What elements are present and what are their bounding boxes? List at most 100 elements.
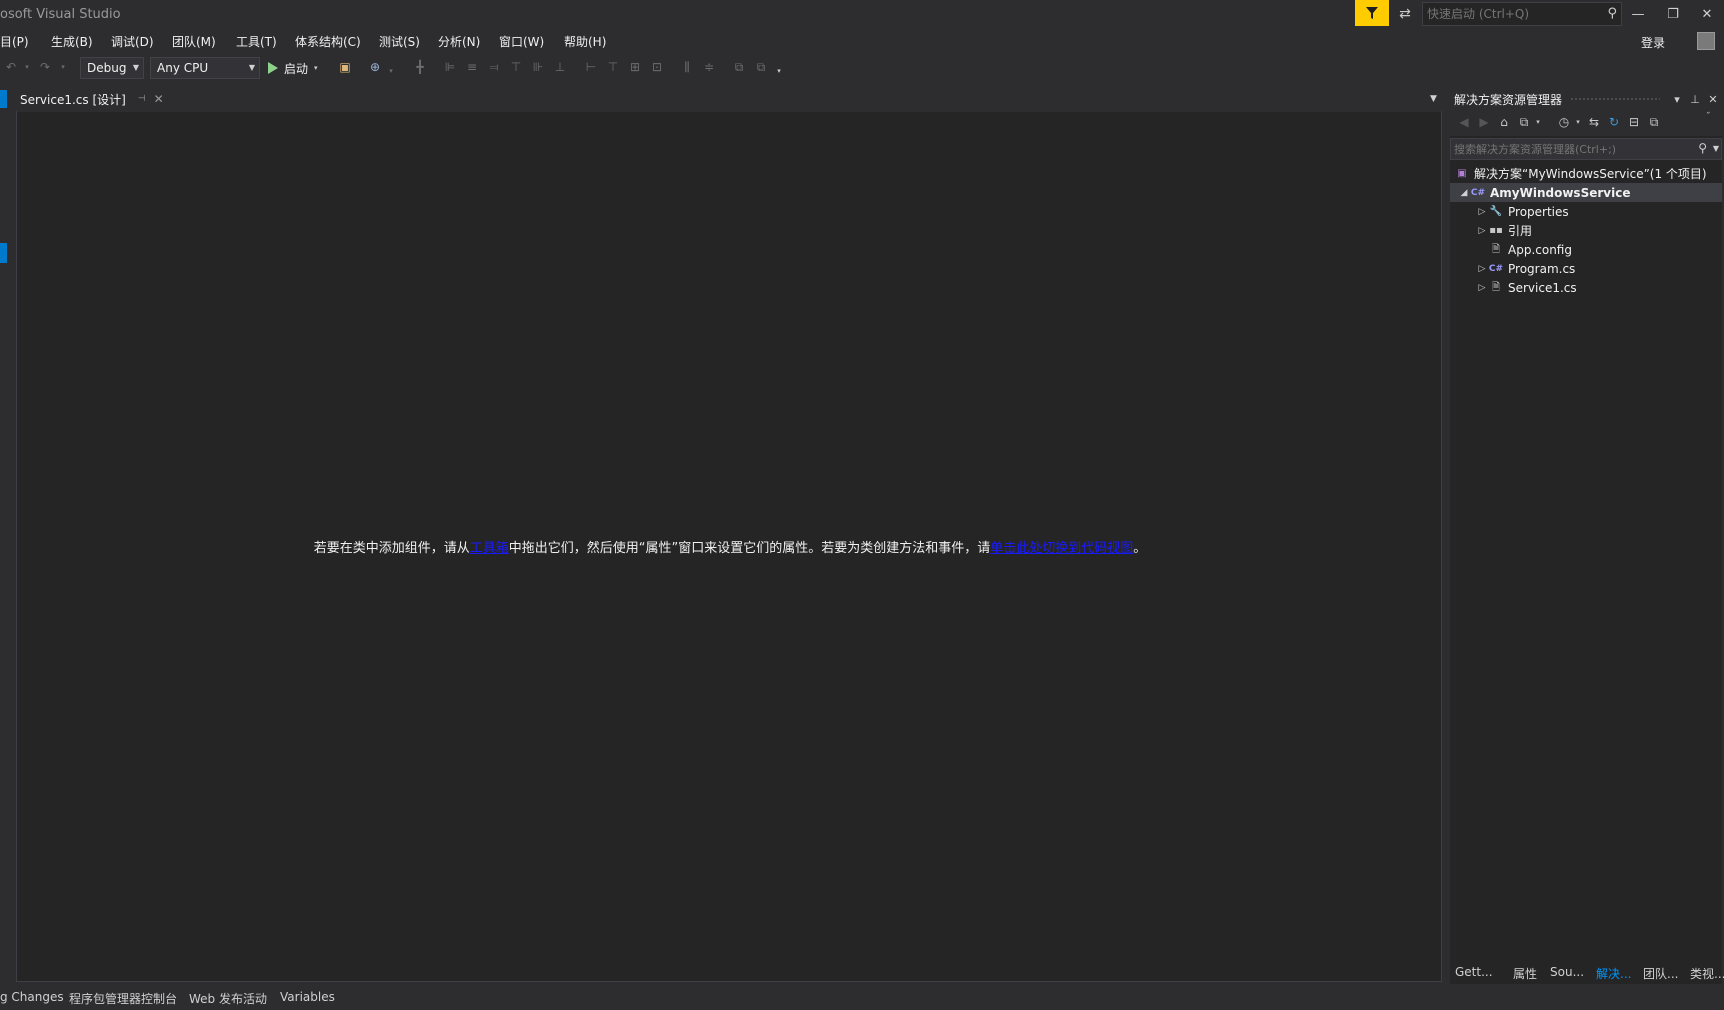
chevron-down-icon[interactable]: ▾ — [314, 64, 318, 72]
close-button[interactable]: ✕ — [1692, 2, 1722, 26]
tree-item-service1-cs[interactable]: ▷ 🗎 Service1.cs — [1450, 278, 1722, 297]
align-to-grid-icon[interactable]: ╋ — [413, 60, 427, 74]
menu-architecture[interactable]: 体系结构(C) — [295, 33, 361, 50]
align-tops-icon[interactable]: ⊤ — [509, 60, 523, 74]
collapsed-triangle-icon[interactable]: ▷ — [1476, 207, 1488, 217]
document-tab-service1-design[interactable]: Service1.cs [设计] ⊣ ✕ — [14, 88, 164, 110]
solution-configuration-select[interactable]: Debug ▼ — [80, 57, 144, 79]
forward-icon[interactable]: ▶ — [1476, 115, 1492, 129]
back-icon[interactable]: ◀ — [1456, 115, 1472, 129]
quick-launch-input[interactable] — [1423, 3, 1593, 25]
make-same-size-icon[interactable]: ⊞ — [628, 60, 642, 74]
chevron-down-icon[interactable]: ▾ — [1668, 93, 1686, 106]
tree-item-properties[interactable]: ▷ 🔧 Properties — [1450, 202, 1722, 221]
menu-build[interactable]: 生成(B) — [51, 33, 93, 50]
browse-icon[interactable]: ⊕ — [368, 60, 382, 74]
chevron-down-icon[interactable]: ▼ — [1430, 94, 1437, 104]
start-debugging-button[interactable]: 启动 ▾ — [268, 57, 318, 79]
solution-platform-value: Any CPU — [157, 61, 209, 75]
toolbox-link[interactable]: 工具箱 — [470, 541, 509, 556]
tree-item-label: AmyWindowsService — [1490, 185, 1631, 200]
solution-explorer-search-input[interactable] — [1451, 139, 1681, 159]
sync-with-active-document-icon[interactable]: ⇆ — [1586, 115, 1602, 129]
collapse-all-icon[interactable]: ⊟ — [1626, 115, 1642, 129]
align-rights-icon[interactable]: ⫤ — [487, 60, 501, 74]
menu-help[interactable]: 帮助(H) — [564, 33, 606, 50]
chevron-down-icon[interactable]: ▼ — [1713, 144, 1719, 153]
collapsed-triangle-icon[interactable]: ▷ — [1476, 264, 1488, 274]
tab-source-control[interactable]: Sou... — [1550, 965, 1584, 979]
tree-item-references[interactable]: ▷ ▪▪ 引用 — [1450, 221, 1722, 240]
panel-grip[interactable] — [1570, 96, 1660, 102]
tab-web-publish-activity[interactable]: Web 发布活动 — [189, 990, 267, 1007]
align-bottoms-icon[interactable]: ⊥ — [553, 60, 567, 74]
horizontal-spacing-icon[interactable]: ⫼ — [680, 60, 694, 74]
tab-getting-started[interactable]: Gett... — [1455, 965, 1493, 979]
solution-explorer-search[interactable]: ⚲ ▼ — [1450, 138, 1722, 160]
server-explorer-tab[interactable] — [0, 90, 7, 108]
minimize-button[interactable]: — — [1623, 2, 1653, 26]
tab-properties[interactable]: 属性 — [1513, 965, 1537, 982]
align-lefts-icon[interactable]: ⊫ — [443, 60, 457, 74]
chevron-down-icon[interactable]: ▾ — [1570, 118, 1586, 126]
tab-solution-explorer[interactable]: 解决... — [1596, 965, 1631, 982]
pin-icon[interactable]: ⊣ — [138, 94, 146, 104]
notification-filter-button[interactable] — [1355, 0, 1389, 26]
more-options-icon[interactable]: ˝ — [1700, 112, 1716, 122]
home-icon[interactable]: ⌂ — [1496, 115, 1512, 129]
tree-item-app-config[interactable]: 🗎 App.config — [1450, 240, 1722, 259]
undo-dropdown-icon[interactable]: ▾ — [20, 60, 34, 74]
quick-launch-box[interactable]: ⚲ — [1422, 2, 1622, 26]
restore-button[interactable]: ❐ — [1658, 2, 1688, 26]
send-to-back-icon[interactable]: ⧉ — [754, 60, 768, 74]
toolbar-options-icon[interactable]: ▾ — [772, 64, 786, 78]
close-icon[interactable]: ✕ — [1704, 93, 1722, 106]
tab-class-view[interactable]: 类视... — [1690, 965, 1724, 982]
menu-debug[interactable]: 调试(D) — [111, 33, 154, 50]
account-icon[interactable] — [1697, 32, 1715, 50]
show-all-files-icon[interactable]: ⧉ — [1646, 115, 1662, 130]
toolbox-tab[interactable] — [0, 243, 7, 263]
tab-team-explorer[interactable]: 团队... — [1643, 965, 1678, 982]
collapsed-triangle-icon[interactable]: ▷ — [1476, 283, 1488, 293]
component-designer-surface[interactable]: 若要在类中添加组件，请从工具箱中拖出它们，然后使用“属性”窗口来设置它们的属性。… — [16, 110, 1442, 982]
sign-in-link[interactable]: 登录 — [1641, 34, 1665, 51]
search-icon[interactable]: ⚲ — [1607, 6, 1617, 21]
vertical-spacing-icon[interactable]: ≑ — [702, 60, 716, 74]
tree-item-solution[interactable]: ▣ 解决方案“MyWindowsService”(1 个项目) — [1450, 164, 1722, 183]
align-centers-icon[interactable]: ≡ — [465, 60, 479, 74]
chevron-down-icon[interactable]: ▾ — [384, 64, 398, 78]
search-icon[interactable]: ⚲ — [1698, 141, 1707, 155]
menu-window[interactable]: 窗口(W) — [499, 33, 544, 50]
menu-tools[interactable]: 工具(T) — [236, 33, 277, 50]
tab-package-manager-console[interactable]: 程序包管理器控制台 — [69, 990, 177, 1007]
make-same-width-icon[interactable]: ⊢ — [584, 60, 598, 74]
feedback-icon[interactable]: ⇄ — [1395, 4, 1415, 24]
solution-platform-select[interactable]: Any CPU ▼ — [150, 57, 260, 79]
redo-icon[interactable]: ↷ — [38, 60, 52, 74]
tree-item-program-cs[interactable]: ▷ C# Program.cs — [1450, 259, 1722, 278]
bring-to-front-icon[interactable]: ⧉ — [732, 60, 746, 74]
refresh-icon[interactable]: ↻ — [1606, 115, 1622, 129]
tab-variables[interactable]: Variables — [280, 990, 335, 1004]
find-in-files-icon[interactable]: ▣ — [338, 60, 352, 74]
menu-team[interactable]: 团队(M) — [172, 33, 216, 50]
align-middles-icon[interactable]: ⊪ — [531, 60, 545, 74]
undo-icon[interactable]: ↶ — [4, 60, 18, 74]
bottom-tool-tabs: g Changes 程序包管理器控制台 Web 发布活动 Variables — [0, 986, 1724, 1010]
size-to-grid-icon[interactable]: ⊡ — [650, 60, 664, 74]
menu-test[interactable]: 测试(S) — [379, 33, 420, 50]
collapsed-triangle-icon[interactable]: ▷ — [1476, 226, 1488, 236]
pin-icon[interactable]: ⊥ — [1686, 93, 1704, 106]
menu-project[interactable]: 目(P) — [0, 33, 29, 50]
tree-item-project[interactable]: ◢ C# AmyWindowsService — [1450, 183, 1722, 202]
chevron-down-icon[interactable]: ▾ — [1530, 118, 1546, 126]
switch-to-code-view-link[interactable]: 单击此处切换到代码视图 — [990, 541, 1133, 556]
filter-icon — [1366, 7, 1378, 19]
expanded-triangle-icon[interactable]: ◢ — [1458, 188, 1470, 198]
menu-analyze[interactable]: 分析(N) — [438, 33, 480, 50]
make-same-height-icon[interactable]: ⊤ — [606, 60, 620, 74]
redo-dropdown-icon[interactable]: ▾ — [56, 60, 70, 74]
close-icon[interactable]: ✕ — [154, 92, 164, 106]
tab-pending-changes[interactable]: g Changes — [0, 990, 64, 1004]
